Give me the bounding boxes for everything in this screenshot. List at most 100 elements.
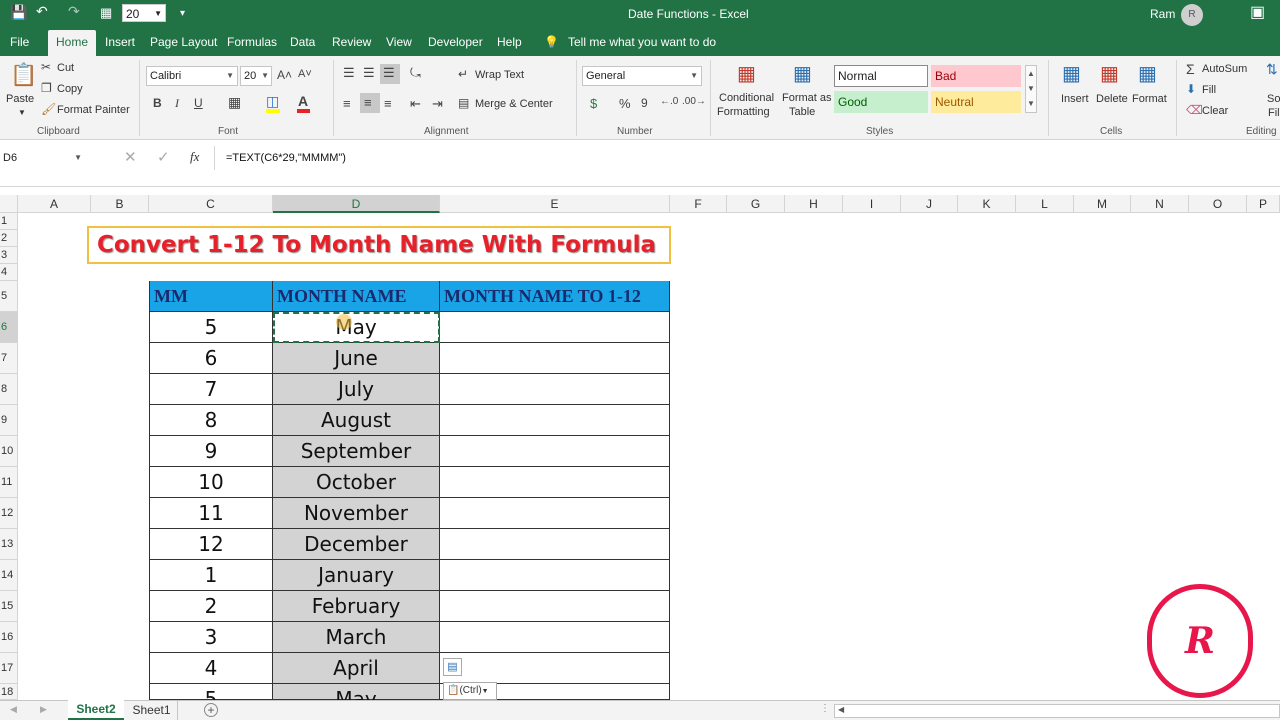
table-cell-mm[interactable]: 7: [149, 374, 273, 405]
ribbon-display-icon[interactable]: ▣: [1250, 2, 1265, 22]
table-cell-month-number[interactable]: [440, 622, 670, 653]
column-header-e[interactable]: E: [440, 195, 670, 213]
table-cell-mm[interactable]: 5: [149, 312, 273, 343]
horizontal-scrollbar[interactable]: ◀: [834, 704, 1280, 718]
column-header-h[interactable]: H: [785, 195, 843, 213]
fill-color-icon[interactable]: ◫: [266, 93, 279, 110]
format-painter-button[interactable]: Format Painter: [57, 104, 130, 116]
font-size-select[interactable]: 20 ▼: [240, 66, 272, 86]
increase-indent-icon[interactable]: ⇥: [432, 96, 443, 112]
table-cell-mm[interactable]: 5: [149, 684, 273, 711]
table-cell-month-number[interactable]: [440, 436, 670, 467]
table-cell-month-name[interactable]: April: [273, 653, 440, 684]
table-cell-month-name[interactable]: August: [273, 405, 440, 436]
font-name-select[interactable]: Calibri ▼: [146, 66, 238, 86]
decrease-decimal-icon[interactable]: .00→: [682, 96, 706, 107]
row-header-6[interactable]: 6: [0, 312, 18, 343]
avatar[interactable]: R: [1181, 4, 1203, 26]
row-header-11[interactable]: 11: [0, 467, 18, 498]
name-box[interactable]: D6 ▼: [0, 149, 88, 169]
align-top-icon[interactable]: ☰: [343, 65, 355, 81]
tab-data[interactable]: Data: [282, 30, 323, 56]
align-bottom-button[interactable]: ☰: [380, 64, 400, 84]
table-header-month-name-to-num[interactable]: MONTH NAME TO 1-12: [440, 281, 670, 312]
column-header-o[interactable]: O: [1189, 195, 1247, 213]
underline-button[interactable]: U: [194, 96, 203, 110]
tab-file[interactable]: File: [2, 30, 37, 56]
select-all-corner[interactable]: [0, 195, 18, 213]
formula-input[interactable]: =TEXT(C6*29,"MMMM"): [226, 152, 346, 164]
table-cell-mm[interactable]: 1: [149, 560, 273, 591]
table-cell-month-name[interactable]: May: [273, 312, 440, 343]
row-header-15[interactable]: 15: [0, 591, 18, 622]
copy-button[interactable]: Copy: [57, 83, 83, 95]
table-cell-mm[interactable]: 8: [149, 405, 273, 436]
row-header-1[interactable]: 1: [0, 213, 18, 230]
quick-analysis-icon[interactable]: ▤: [443, 658, 462, 676]
row-header-9[interactable]: 9: [0, 405, 18, 436]
merge-center-button[interactable]: Merge & Center: [475, 98, 553, 110]
column-header-c[interactable]: C: [149, 195, 273, 213]
table-cell-month-name[interactable]: June: [273, 343, 440, 374]
quick-font-size-box[interactable]: 20 ▼: [122, 4, 166, 22]
tab-review[interactable]: Review: [324, 30, 379, 56]
tab-help[interactable]: Help: [489, 30, 530, 56]
row-header-4[interactable]: 4: [0, 264, 18, 281]
column-header-d[interactable]: D: [273, 195, 440, 213]
cancel-icon[interactable]: ✕: [124, 148, 137, 166]
tab-home[interactable]: Home: [48, 30, 97, 56]
table-cell-month-name[interactable]: October: [273, 467, 440, 498]
percent-button[interactable]: %: [619, 96, 631, 111]
row-header-5[interactable]: 5: [0, 281, 18, 312]
bold-button[interactable]: B: [153, 96, 162, 110]
table-cell-month-number[interactable]: [440, 560, 670, 591]
row-header-14[interactable]: 14: [0, 560, 18, 591]
align-middle-icon[interactable]: ☰: [363, 65, 375, 81]
table-cell-mm[interactable]: 12: [149, 529, 273, 560]
table-cell-month-number[interactable]: [440, 343, 670, 374]
row-header-16[interactable]: 16: [0, 622, 18, 653]
table-cell-mm[interactable]: 3: [149, 622, 273, 653]
tab-page-layout[interactable]: Page Layout: [142, 30, 225, 56]
sort-filter-label-2[interactable]: Fil: [1268, 107, 1280, 119]
table-cell-month-number[interactable]: [440, 312, 670, 343]
table-cell-month-name[interactable]: January: [273, 560, 440, 591]
orientation-icon[interactable]: ⤿: [410, 65, 421, 81]
row-header-7[interactable]: 7: [0, 343, 18, 374]
column-header-g[interactable]: G: [727, 195, 785, 213]
row-header-12[interactable]: 12: [0, 498, 18, 529]
sheet-tab-sheet1[interactable]: Sheet1: [126, 701, 178, 720]
clear-button[interactable]: Clear: [1202, 105, 1228, 117]
style-normal[interactable]: Normal: [834, 65, 928, 87]
increase-font-icon[interactable]: A˄: [277, 68, 292, 82]
conditional-formatting-label-1[interactable]: Conditional: [719, 92, 774, 104]
tab-insert[interactable]: Insert: [97, 30, 143, 56]
align-left-icon[interactable]: ≡: [343, 96, 351, 111]
table-cell-mm[interactable]: 9: [149, 436, 273, 467]
row-header-17[interactable]: 17: [0, 653, 18, 684]
styles-gallery-scroll[interactable]: ▲ ▼ ▼: [1025, 65, 1037, 113]
column-header-p[interactable]: P: [1247, 195, 1280, 213]
table-cell-month-name[interactable]: March: [273, 622, 440, 653]
table-cell-month-name[interactable]: December: [273, 529, 440, 560]
table-cell-month-name[interactable]: July: [273, 374, 440, 405]
table-cell-mm[interactable]: 2: [149, 591, 273, 622]
sheet-title[interactable]: Convert 1-12 To Month Name With Formula: [87, 226, 671, 264]
save-icon[interactable]: 💾: [10, 4, 27, 21]
tell-me-search[interactable]: Tell me what you want to do: [560, 30, 724, 56]
column-header-m[interactable]: M: [1074, 195, 1131, 213]
paste-icon[interactable]: 📋: [10, 62, 37, 88]
table-cell-mm[interactable]: 4: [149, 653, 273, 684]
paste-button[interactable]: Paste: [6, 93, 34, 105]
column-header-b[interactable]: B: [91, 195, 149, 213]
table-cell-month-name[interactable]: May: [273, 684, 440, 711]
row-header-13[interactable]: 13: [0, 529, 18, 560]
table-cell-month-number[interactable]: [440, 529, 670, 560]
sort-filter-label-1[interactable]: So: [1267, 93, 1280, 105]
align-right-icon[interactable]: ≡: [384, 96, 392, 111]
style-good[interactable]: Good: [834, 91, 928, 113]
table-cell-mm[interactable]: 11: [149, 498, 273, 529]
cut-button[interactable]: Cut: [57, 62, 74, 74]
style-neutral[interactable]: Neutral: [931, 91, 1021, 113]
delete-cells-button[interactable]: Delete: [1096, 93, 1128, 105]
